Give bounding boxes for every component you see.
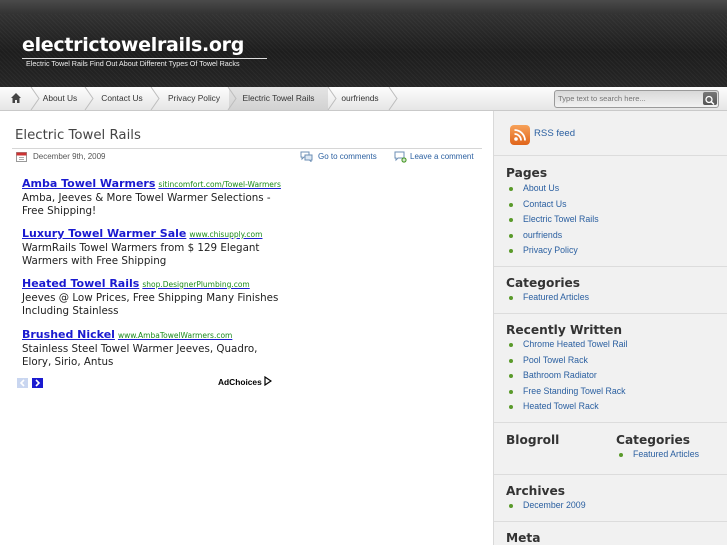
categories-list: Featured Articles [506,290,589,306]
ad-title-link[interactable]: Heated Towel Rails shop.DesignerPlumbing.… [22,277,282,290]
nav-contact-us[interactable]: Contact Us [97,87,147,110]
recent-post-item[interactable]: Free Standing Towel Rack [506,384,627,400]
site-header: electrictowelrails.org Electric Towel Ra… [0,0,727,87]
main-content: Electric Towel Rails December 9th, 2009 … [0,111,493,545]
blogroll-heading: Blogroll [506,433,560,447]
archive-item[interactable]: December 2009 [506,498,586,514]
recent-post-item[interactable]: Heated Towel Rack [506,399,627,415]
home-icon [11,93,21,103]
categories-list: Featured Articles [616,447,699,463]
ad-body: Stainless Steel Towel Warmer Jeeves, Qua… [22,343,258,368]
nav-electric-towel-rails[interactable]: Electric Towel Rails [229,87,328,110]
ad-title-link[interactable]: Amba Towel Warmers sitincomfort.com/Towel… [22,177,282,190]
nav-separator [388,87,398,110]
comments-icon [300,151,313,162]
ad-item: Heated Towel Rails shop.DesignerPlumbing.… [22,277,282,318]
header-topbar [0,0,727,14]
meta-heading: Meta [506,531,541,545]
nav-separator [150,87,160,110]
ad-url[interactable]: sitincomfort.com/Towel-Warmers [158,180,281,189]
leave-comment-link[interactable]: Leave a comment [410,152,474,161]
recently-written-list: Chrome Heated Towel Rail Pool Towel Rack… [506,337,627,415]
ad-url[interactable]: shop.DesignerPlumbing.com [142,280,249,289]
ad-body: Amba, Jeeves & More Towel Warmer Selecti… [22,192,271,217]
nav-separator [84,87,94,110]
post-meta-divider [12,148,482,149]
widget-divider [494,474,727,475]
widget-divider [494,155,727,156]
pages-list: About Us Contact Us Electric Towel Rails… [506,181,599,259]
goto-comments-link[interactable]: Go to comments [318,152,377,161]
adchoices-link[interactable]: AdChoices [218,375,273,387]
nav-ourfriends[interactable]: ourfriends [337,87,383,110]
nav-separator [327,87,337,110]
pages-item[interactable]: Electric Towel Rails [506,212,599,228]
rss-feed-link[interactable]: RSS feed [534,128,575,139]
ad-item: Luxury Towel Warmer Sale www.chisupply.co… [22,227,282,268]
rss-glyph [514,129,526,141]
recently-written-heading: Recently Written [506,323,623,337]
widget-divider [494,521,727,522]
pages-item[interactable]: About Us [506,181,599,197]
ad-next-icon[interactable] [32,378,43,388]
recent-post-item[interactable]: Chrome Heated Towel Rail [506,337,627,353]
ad-body: WarmRails Towel Warmers from $ 129 Elega… [22,242,260,267]
ad-url[interactable]: www.chisupply.com [189,230,262,239]
site-description: Electric Towel Rails Find Out About Diff… [26,59,240,68]
category-item[interactable]: Featured Articles [506,290,589,306]
recent-post-item[interactable]: Pool Towel Rack [506,353,627,369]
nav-privacy-policy[interactable]: Privacy Policy [162,87,226,110]
recent-post-item[interactable]: Bathroom Radiator [506,368,627,384]
search-button[interactable] [703,92,717,106]
categories-heading: Categories [506,276,581,290]
ad-title-link[interactable]: Luxury Towel Warmer Sale www.chisupply.co… [22,227,282,240]
ad-body: Jeeves @ Low Prices, Free Shipping Many … [22,292,279,317]
rss-icon[interactable] [510,125,530,145]
categories-heading: Categories [616,433,691,447]
ad-item: Amba Towel Warmers sitincomfort.com/Towel… [22,177,282,218]
ad-prev-icon[interactable] [17,378,28,388]
ad-title-link[interactable]: Brushed Nickel www.AmbaTowelWarmers.com [22,328,282,341]
search-input[interactable] [558,92,693,105]
archives-list: December 2009 [506,498,586,514]
pages-item[interactable]: Contact Us [506,197,599,213]
search-box [554,90,719,108]
widget-divider [494,266,727,267]
ad-url[interactable]: www.AmbaTowelWarmers.com [118,331,232,340]
sidebar: RSS feed Pages About Us Contact Us Elect… [493,111,727,545]
pages-item[interactable]: ourfriends [506,228,599,244]
nav-home[interactable] [0,87,31,110]
post-title[interactable]: Electric Towel Rails [15,128,141,143]
nav-separator [227,87,237,110]
calendar-icon [16,152,27,162]
search-icon [705,95,715,106]
post-date: December 9th, 2009 [33,152,106,161]
pages-heading: Pages [506,166,548,180]
site-title[interactable]: electrictowelrails.org [22,34,244,56]
adchoices-icon [264,375,273,387]
nav-about-us[interactable]: About Us [39,87,81,110]
category-item[interactable]: Featured Articles [616,447,699,463]
widget-divider [494,422,727,423]
pages-item[interactable]: Privacy Policy [506,243,599,259]
archives-heading: Archives [506,484,565,498]
ad-item: Brushed Nickel www.AmbaTowelWarmers.com S… [22,328,282,369]
leave-comment-icon [394,151,407,163]
adchoices-label: AdChoices [218,377,262,387]
widget-divider [494,313,727,314]
